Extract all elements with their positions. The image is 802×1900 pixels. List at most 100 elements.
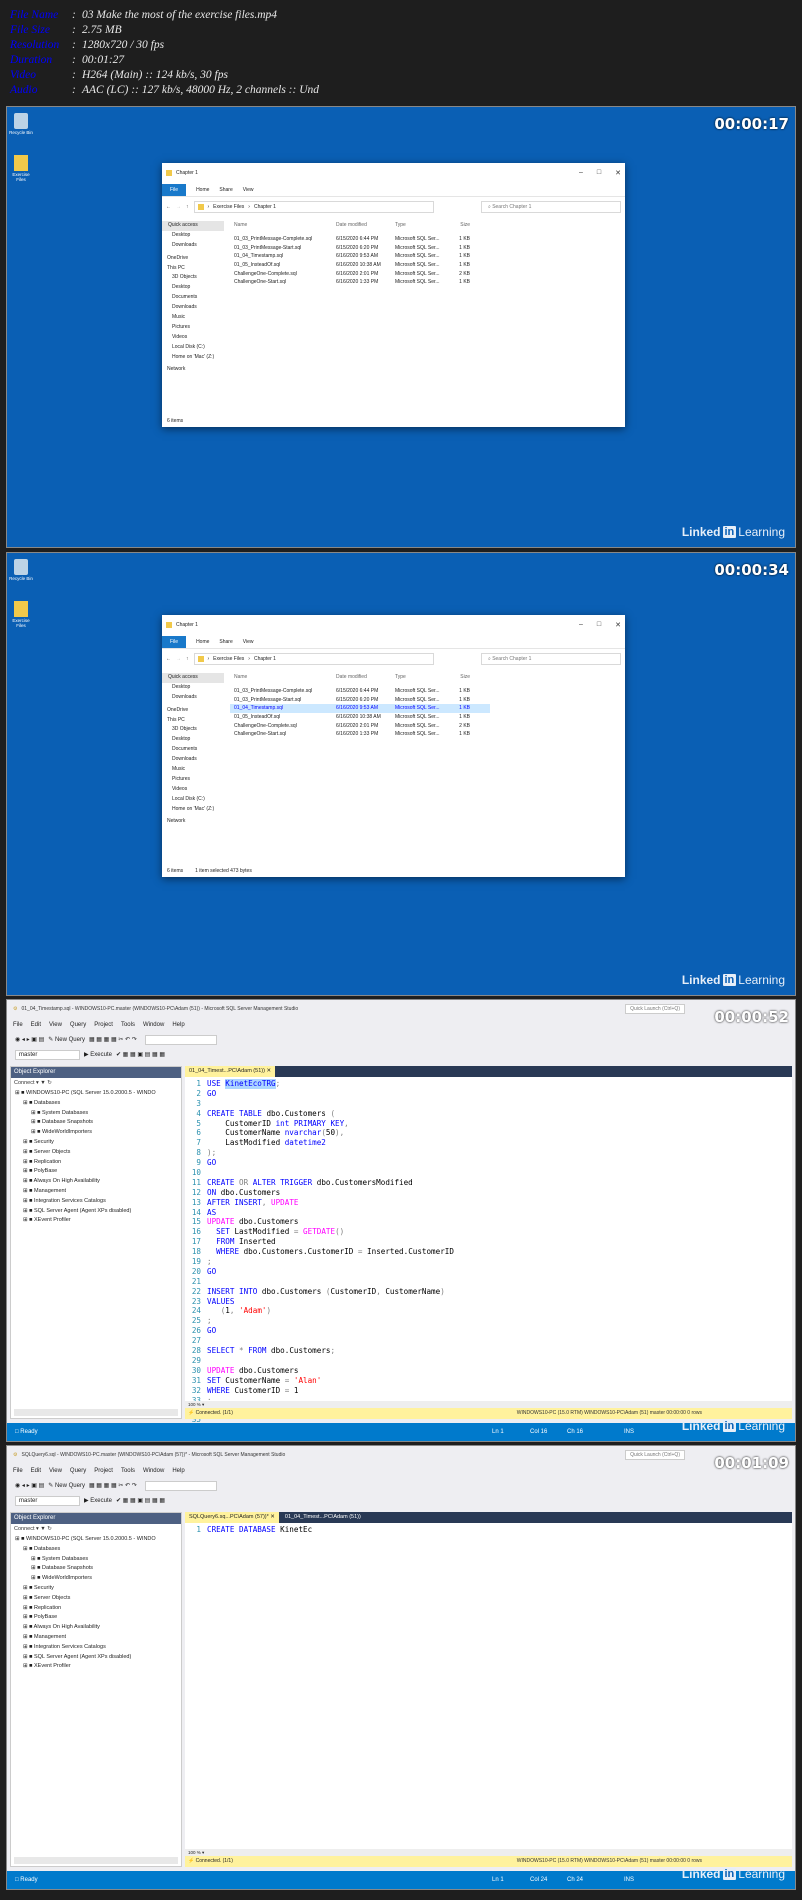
menu-item-edit[interactable]: Edit (31, 1468, 41, 1474)
document-tab[interactable]: 01_04_Timest...PC\Adam (51)) ✕ (185, 1066, 276, 1077)
search-input[interactable]: ⌕ Search Chapter 1 (481, 201, 621, 213)
nav-item[interactable]: Pictures (162, 775, 224, 785)
menu-item-project[interactable]: Project (94, 1468, 113, 1474)
desktop-icon-exercise-files[interactable]: Exercise Files (9, 601, 33, 628)
horizontal-scrollbar[interactable] (14, 1857, 178, 1864)
document-tab[interactable]: SQLQuery6.sq...PC\Adam (57))* ✕ (185, 1512, 279, 1523)
minimize-button[interactable]: – (579, 169, 583, 177)
file-row[interactable]: ChallengeOne-Complete.sql 6/16/2020 2:01 … (230, 722, 490, 731)
database-dropdown[interactable]: master (15, 1049, 80, 1060)
file-row[interactable]: ChallengeOne-Start.sql 6/16/2020 1:33 PM M… (230, 278, 490, 287)
connect-button[interactable]: Connect ▾ ▼ ↻ (11, 1524, 181, 1535)
nav-item[interactable]: 3D Objects (162, 273, 224, 283)
up-arrow-icon[interactable]: ↑ (186, 204, 189, 210)
menu-item-tools[interactable]: Tools (121, 1022, 135, 1028)
column-header[interactable]: Size (445, 221, 470, 235)
nav-item[interactable]: Documents (162, 745, 224, 755)
tree-node[interactable]: ⊞ ■ Databases (11, 1099, 181, 1109)
nav-item[interactable]: Home on 'Mac' (Z:) (162, 353, 224, 363)
toolbar-icons[interactable]: ✔ ▦ ▦ ▣ ▤ ▦ ▦ (116, 1497, 165, 1504)
search-input[interactable]: ⌕ Search Chapter 1 (481, 653, 621, 665)
solution-dropdown[interactable] (144, 1034, 217, 1045)
nav-item[interactable]: Desktop (162, 683, 224, 693)
toolbar-icons[interactable]: ▦ ▦ ▦ ▦ ✂ ↶ ↷ (89, 1482, 137, 1489)
nav-item[interactable]: Quick access (162, 673, 224, 683)
forward-arrow-icon[interactable]: → (176, 204, 181, 210)
connect-button[interactable]: Connect ▾ ▼ ↻ (11, 1078, 181, 1089)
file-row[interactable]: 01_05_InsteadOf.sql 6/16/2020 10:38 AM Mic… (230, 261, 490, 270)
ribbon-tab-home[interactable]: Home (196, 639, 209, 645)
file-row[interactable]: ChallengeOne-Complete.sql 6/16/2020 2:01 … (230, 270, 490, 279)
back-arrow-icon[interactable]: ← (166, 656, 171, 662)
nav-item[interactable]: Downloads (162, 693, 224, 703)
database-dropdown[interactable]: master (15, 1495, 80, 1506)
ribbon-tab-share[interactable]: Share (219, 187, 232, 193)
quick-launch-input[interactable]: Quick Launch (Ctrl+Q) (625, 1003, 685, 1014)
nav-item[interactable]: Music (162, 313, 224, 323)
breadcrumb-item[interactable]: Exercise Files (213, 656, 244, 662)
column-header[interactable]: Type (395, 673, 445, 687)
up-arrow-icon[interactable]: ↑ (186, 656, 189, 662)
tree-node[interactable]: ⊞ ■ SQL Server Agent (Agent XPs disabled… (11, 1207, 181, 1217)
breadcrumb-item[interactable]: Exercise Files (213, 204, 244, 210)
menu-item-help[interactable]: Help (172, 1468, 184, 1474)
nav-item[interactable]: Pictures (162, 323, 224, 333)
nav-item[interactable]: Documents (162, 293, 224, 303)
nav-item[interactable]: Local Disk (C:) (162, 795, 224, 805)
new-query-button[interactable]: ✎ New Query (48, 1036, 85, 1043)
close-button[interactable]: ✕ (615, 169, 621, 177)
nav-item[interactable]: This PC (162, 716, 224, 726)
menu-item-view[interactable]: View (49, 1022, 62, 1028)
tree-node[interactable]: ⊞ ■ Replication (11, 1158, 181, 1168)
solution-dropdown[interactable] (144, 1480, 217, 1491)
forward-arrow-icon[interactable]: → (176, 656, 181, 662)
nav-item[interactable]: Home on 'Mac' (Z:) (162, 805, 224, 815)
tree-node[interactable]: ⊞ ■ XEvent Profiler (11, 1216, 181, 1226)
file-row[interactable]: 01_04_Timestamp.sql 6/16/2020 9:53 AM Micr… (230, 704, 490, 714)
column-header[interactable]: Name (230, 221, 336, 235)
tree-node[interactable]: ⊞ ■ PolyBase (11, 1167, 181, 1177)
column-header[interactable]: Type (395, 221, 445, 235)
file-row[interactable]: 01_04_Timestamp.sql 6/16/2020 9:53 AM Micr… (230, 252, 490, 261)
minimize-button[interactable]: – (579, 621, 583, 629)
tree-node[interactable]: ⊞ ■ Management (11, 1633, 181, 1643)
nav-item[interactable]: Downloads (162, 303, 224, 313)
tree-node[interactable]: ⊞ ■ Server Objects (11, 1148, 181, 1158)
file-row[interactable]: 01_05_InsteadOf.sql 6/16/2020 10:38 AM Mic… (230, 713, 490, 722)
nav-item[interactable]: Network (162, 817, 224, 827)
tree-node[interactable]: ⊞ ■ Database Snapshots (11, 1564, 181, 1574)
tree-node[interactable]: ⊞ ■ System Databases (11, 1555, 181, 1565)
quick-launch-input[interactable]: Quick Launch (Ctrl+Q) (625, 1449, 685, 1460)
column-header[interactable]: Size (445, 673, 470, 687)
ribbon-tab-view[interactable]: View (243, 187, 254, 193)
nav-item[interactable]: OneDrive (162, 706, 224, 716)
tree-node[interactable]: ⊞ ■ Databases (11, 1545, 181, 1555)
tree-node[interactable]: ⊞ ■ WideWorldImporters (11, 1574, 181, 1584)
zoom-level[interactable]: 100 % ▾ (185, 1849, 792, 1856)
menu-item-window[interactable]: Window (143, 1022, 164, 1028)
file-row[interactable]: ChallengeOne-Start.sql 6/16/2020 1:33 PM M… (230, 730, 490, 739)
execute-button[interactable]: ▶ Execute (84, 1497, 112, 1504)
file-row[interactable]: 01_03_PrintMessage-Complete.sql 6/15/2020… (230, 235, 490, 244)
tree-node[interactable]: ⊞ ■ WINDOWS10-PC (SQL Server 15.0.2000.5… (11, 1535, 181, 1545)
nav-item[interactable]: OneDrive (162, 254, 224, 264)
toolbar-icons[interactable]: ✔ ▦ ▦ ▣ ▤ ▦ ▦ (116, 1051, 165, 1058)
tree-node[interactable]: ⊞ ■ PolyBase (11, 1613, 181, 1623)
code-area[interactable]: 1 USE KinetEcoTRG; 2 GO 3 4 CREATE TABLE dbo.C… (185, 1079, 784, 1441)
menu-item-file[interactable]: File (13, 1022, 23, 1028)
ribbon-tab-share[interactable]: Share (219, 639, 232, 645)
nav-item[interactable]: Downloads (162, 755, 224, 765)
nav-item[interactable]: Desktop (162, 283, 224, 293)
tree-node[interactable]: ⊞ ■ Replication (11, 1604, 181, 1614)
toolbar-icons[interactable]: ◉ ◂ ▸ ▣ ▤ (15, 1482, 44, 1489)
menu-item-tools[interactable]: Tools (121, 1468, 135, 1474)
tree-node[interactable]: ⊞ ■ XEvent Profiler (11, 1662, 181, 1672)
file-row[interactable]: 01_03_PrintMessage-Complete.sql 6/15/2020… (230, 687, 490, 696)
new-query-button[interactable]: ✎ New Query (48, 1482, 85, 1489)
ribbon-tab-file[interactable]: File (162, 183, 187, 196)
desktop-icon-recycle-bin[interactable]: Recycle Bin (9, 113, 33, 135)
menu-item-edit[interactable]: Edit (31, 1022, 41, 1028)
ribbon-tab-file[interactable]: File (162, 635, 187, 648)
nav-item[interactable]: Downloads (162, 241, 224, 251)
path-field[interactable]: › Exercise Files › Chapter 1 (193, 653, 434, 665)
